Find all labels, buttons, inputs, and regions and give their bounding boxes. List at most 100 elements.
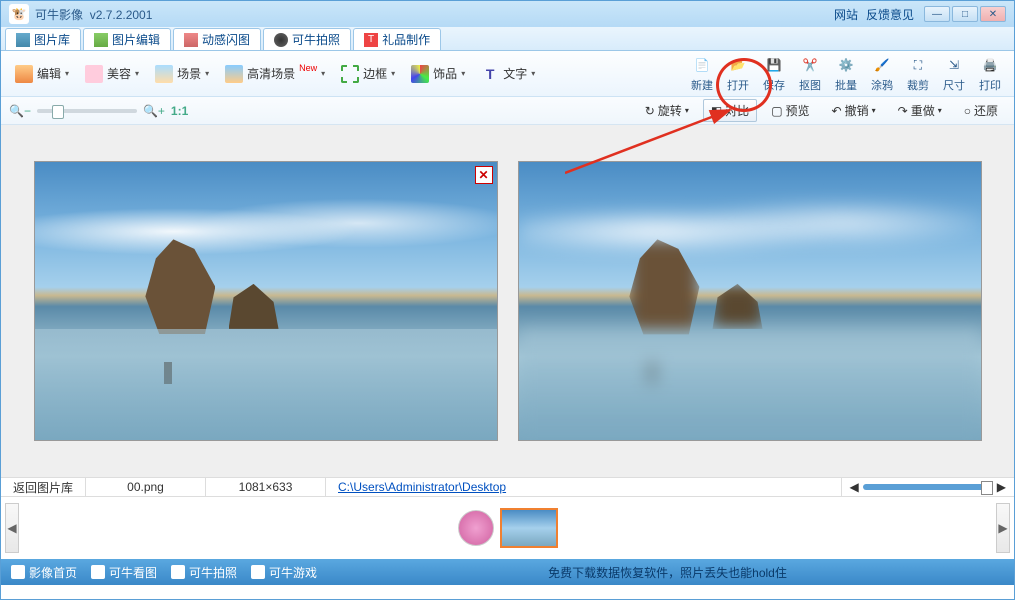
thumbnail-item[interactable]	[458, 510, 494, 546]
resize-icon: ⇲	[943, 54, 965, 76]
tab-camera[interactable]: 可牛拍照	[263, 28, 351, 50]
camera-icon	[274, 33, 288, 47]
back-to-gallery-button[interactable]: 返回图片库	[1, 478, 86, 496]
tab-gallery[interactable]: 图片库	[5, 28, 81, 50]
file-path-link[interactable]: C:\Users\Administrator\Desktop	[326, 478, 842, 496]
cutout-button[interactable]: ✂️抠图	[792, 54, 828, 93]
tab-gifts[interactable]: T礼品制作	[353, 28, 441, 50]
gift-icon: T	[364, 33, 378, 47]
cat-label: 饰品	[433, 65, 457, 82]
zoom-1to1-button[interactable]: 1:1	[171, 104, 188, 118]
caret-icon: ▾	[391, 69, 395, 78]
compare-button[interactable]: ◧对比	[703, 99, 757, 122]
save-button[interactable]: 💾保存	[756, 54, 792, 93]
close-button[interactable]: ✕	[980, 6, 1006, 22]
footer-message[interactable]: 免费下载数据恢复软件，照片丢失也能hold住	[331, 564, 1004, 581]
thumbnails	[19, 508, 996, 548]
undo-button[interactable]: ↶撤销▾	[824, 99, 884, 122]
image-original[interactable]: ✕	[34, 161, 498, 441]
thumbnail-item-selected[interactable]	[500, 508, 558, 548]
open-button[interactable]: 📂打开	[720, 54, 756, 93]
preview-button[interactable]: ▢预览	[763, 99, 817, 122]
decor-icon	[411, 65, 429, 83]
tab-label: 图片库	[34, 31, 70, 48]
zoom-max-icon[interactable]: ▶	[997, 480, 1006, 494]
resize-button[interactable]: ⇲尺寸	[936, 54, 972, 93]
crop-button[interactable]: ⛶裁剪	[900, 54, 936, 93]
restore-button[interactable]: ○还原	[956, 99, 1006, 122]
tab-edit[interactable]: 图片编辑	[83, 28, 171, 50]
feedback-link[interactable]: 反馈意见	[866, 6, 914, 23]
cat-label: 高清场景	[247, 65, 295, 82]
cat-decor[interactable]: 饰品 ▾	[403, 58, 473, 90]
thumb-prev-button[interactable]: ◀	[5, 503, 19, 553]
cat-hdscene[interactable]: 高清场景New▾	[217, 58, 333, 90]
status-bar: 返回图片库 00.png 1081×633 C:\Users\Administr…	[1, 477, 1014, 497]
batch-button[interactable]: ⚙️批量	[828, 54, 864, 93]
cat-scene[interactable]: 场景 ▾	[147, 58, 217, 90]
doodle-button[interactable]: 🖌️涂鸦	[864, 54, 900, 93]
titlebar-links: 网站 反馈意见	[834, 6, 914, 23]
minimize-button[interactable]: —	[924, 6, 950, 22]
camera-icon	[171, 565, 185, 579]
op-label: 涂鸦	[871, 77, 893, 93]
app-logo-icon: 🐮	[9, 4, 29, 24]
zoom-control: ◀ ▶	[842, 480, 1014, 494]
act-label: 还原	[974, 102, 998, 119]
footer-home-link[interactable]: 影像首页	[11, 564, 77, 581]
op-label: 新建	[691, 77, 713, 93]
op-label: 抠图	[799, 77, 821, 93]
op-label: 打印	[979, 77, 1001, 93]
cat-frame[interactable]: 边框▾	[333, 58, 403, 90]
app-version: v2.7.2.2001	[90, 8, 153, 22]
caret-icon: ▾	[205, 69, 209, 78]
batch-icon: ⚙️	[835, 54, 857, 76]
close-compare-button[interactable]: ✕	[475, 166, 493, 184]
rotate-button[interactable]: ↻旋转▾	[637, 99, 697, 122]
act-label: 对比	[725, 102, 749, 119]
website-link[interactable]: 网站	[834, 6, 858, 23]
games-icon	[251, 565, 265, 579]
open-icon: 📂	[727, 54, 749, 76]
tab-label: 可牛拍照	[292, 31, 340, 48]
caret-icon: ▾	[685, 106, 689, 115]
view-toolbar: 🔍− 🔍+ 1:1 ↻旋转▾ ◧对比 ▢预览 ↶撤销▾ ↷重做▾ ○还原	[1, 97, 1014, 125]
app-name: 可牛影像	[35, 8, 83, 22]
zoom-out-button[interactable]: 🔍−	[9, 104, 31, 118]
footer-viewer-link[interactable]: 可牛看图	[91, 564, 157, 581]
redo-button[interactable]: ↷重做▾	[890, 99, 950, 122]
caret-icon: ▾	[461, 69, 465, 78]
app-title: 可牛影像 v2.7.2.2001	[35, 6, 834, 23]
doodle-icon: 🖌️	[871, 54, 893, 76]
save-icon: 💾	[763, 54, 785, 76]
compare-icon: ◧	[711, 104, 722, 118]
act-label: 重做	[911, 102, 935, 119]
tab-label: 动感闪图	[202, 31, 250, 48]
footer-camera-link[interactable]: 可牛拍照	[171, 564, 237, 581]
dimensions-label: 1081×633	[206, 478, 326, 496]
cat-text[interactable]: T文字▾	[473, 58, 543, 90]
caret-icon: ▾	[65, 69, 69, 78]
zoom-min-icon[interactable]: ◀	[850, 480, 859, 494]
cat-label: 场景	[177, 65, 201, 82]
zoom-in-button[interactable]: 🔍+	[143, 104, 165, 118]
zoom-slider[interactable]	[37, 109, 137, 113]
text-icon: T	[481, 65, 499, 83]
caret-icon: ▾	[531, 69, 535, 78]
cat-beauty[interactable]: 美容▾	[77, 58, 147, 90]
zoom-bar[interactable]	[863, 484, 993, 490]
window-controls: — □ ✕	[924, 6, 1006, 22]
thumb-next-button[interactable]: ▶	[996, 503, 1010, 553]
new-badge: New	[299, 63, 317, 73]
wand-icon	[15, 65, 33, 83]
new-button[interactable]: 📄新建	[684, 54, 720, 93]
image-edited[interactable]	[518, 161, 982, 441]
print-button[interactable]: 🖨️打印	[972, 54, 1008, 93]
footer-games-link[interactable]: 可牛游戏	[251, 564, 317, 581]
maximize-button[interactable]: □	[952, 6, 978, 22]
cat-edit[interactable]: 编辑▾	[7, 58, 77, 90]
caret-icon: ▾	[872, 106, 876, 115]
op-label: 打开	[727, 77, 749, 93]
tab-animation[interactable]: 动感闪图	[173, 28, 261, 50]
undo-icon: ↶	[832, 104, 842, 118]
